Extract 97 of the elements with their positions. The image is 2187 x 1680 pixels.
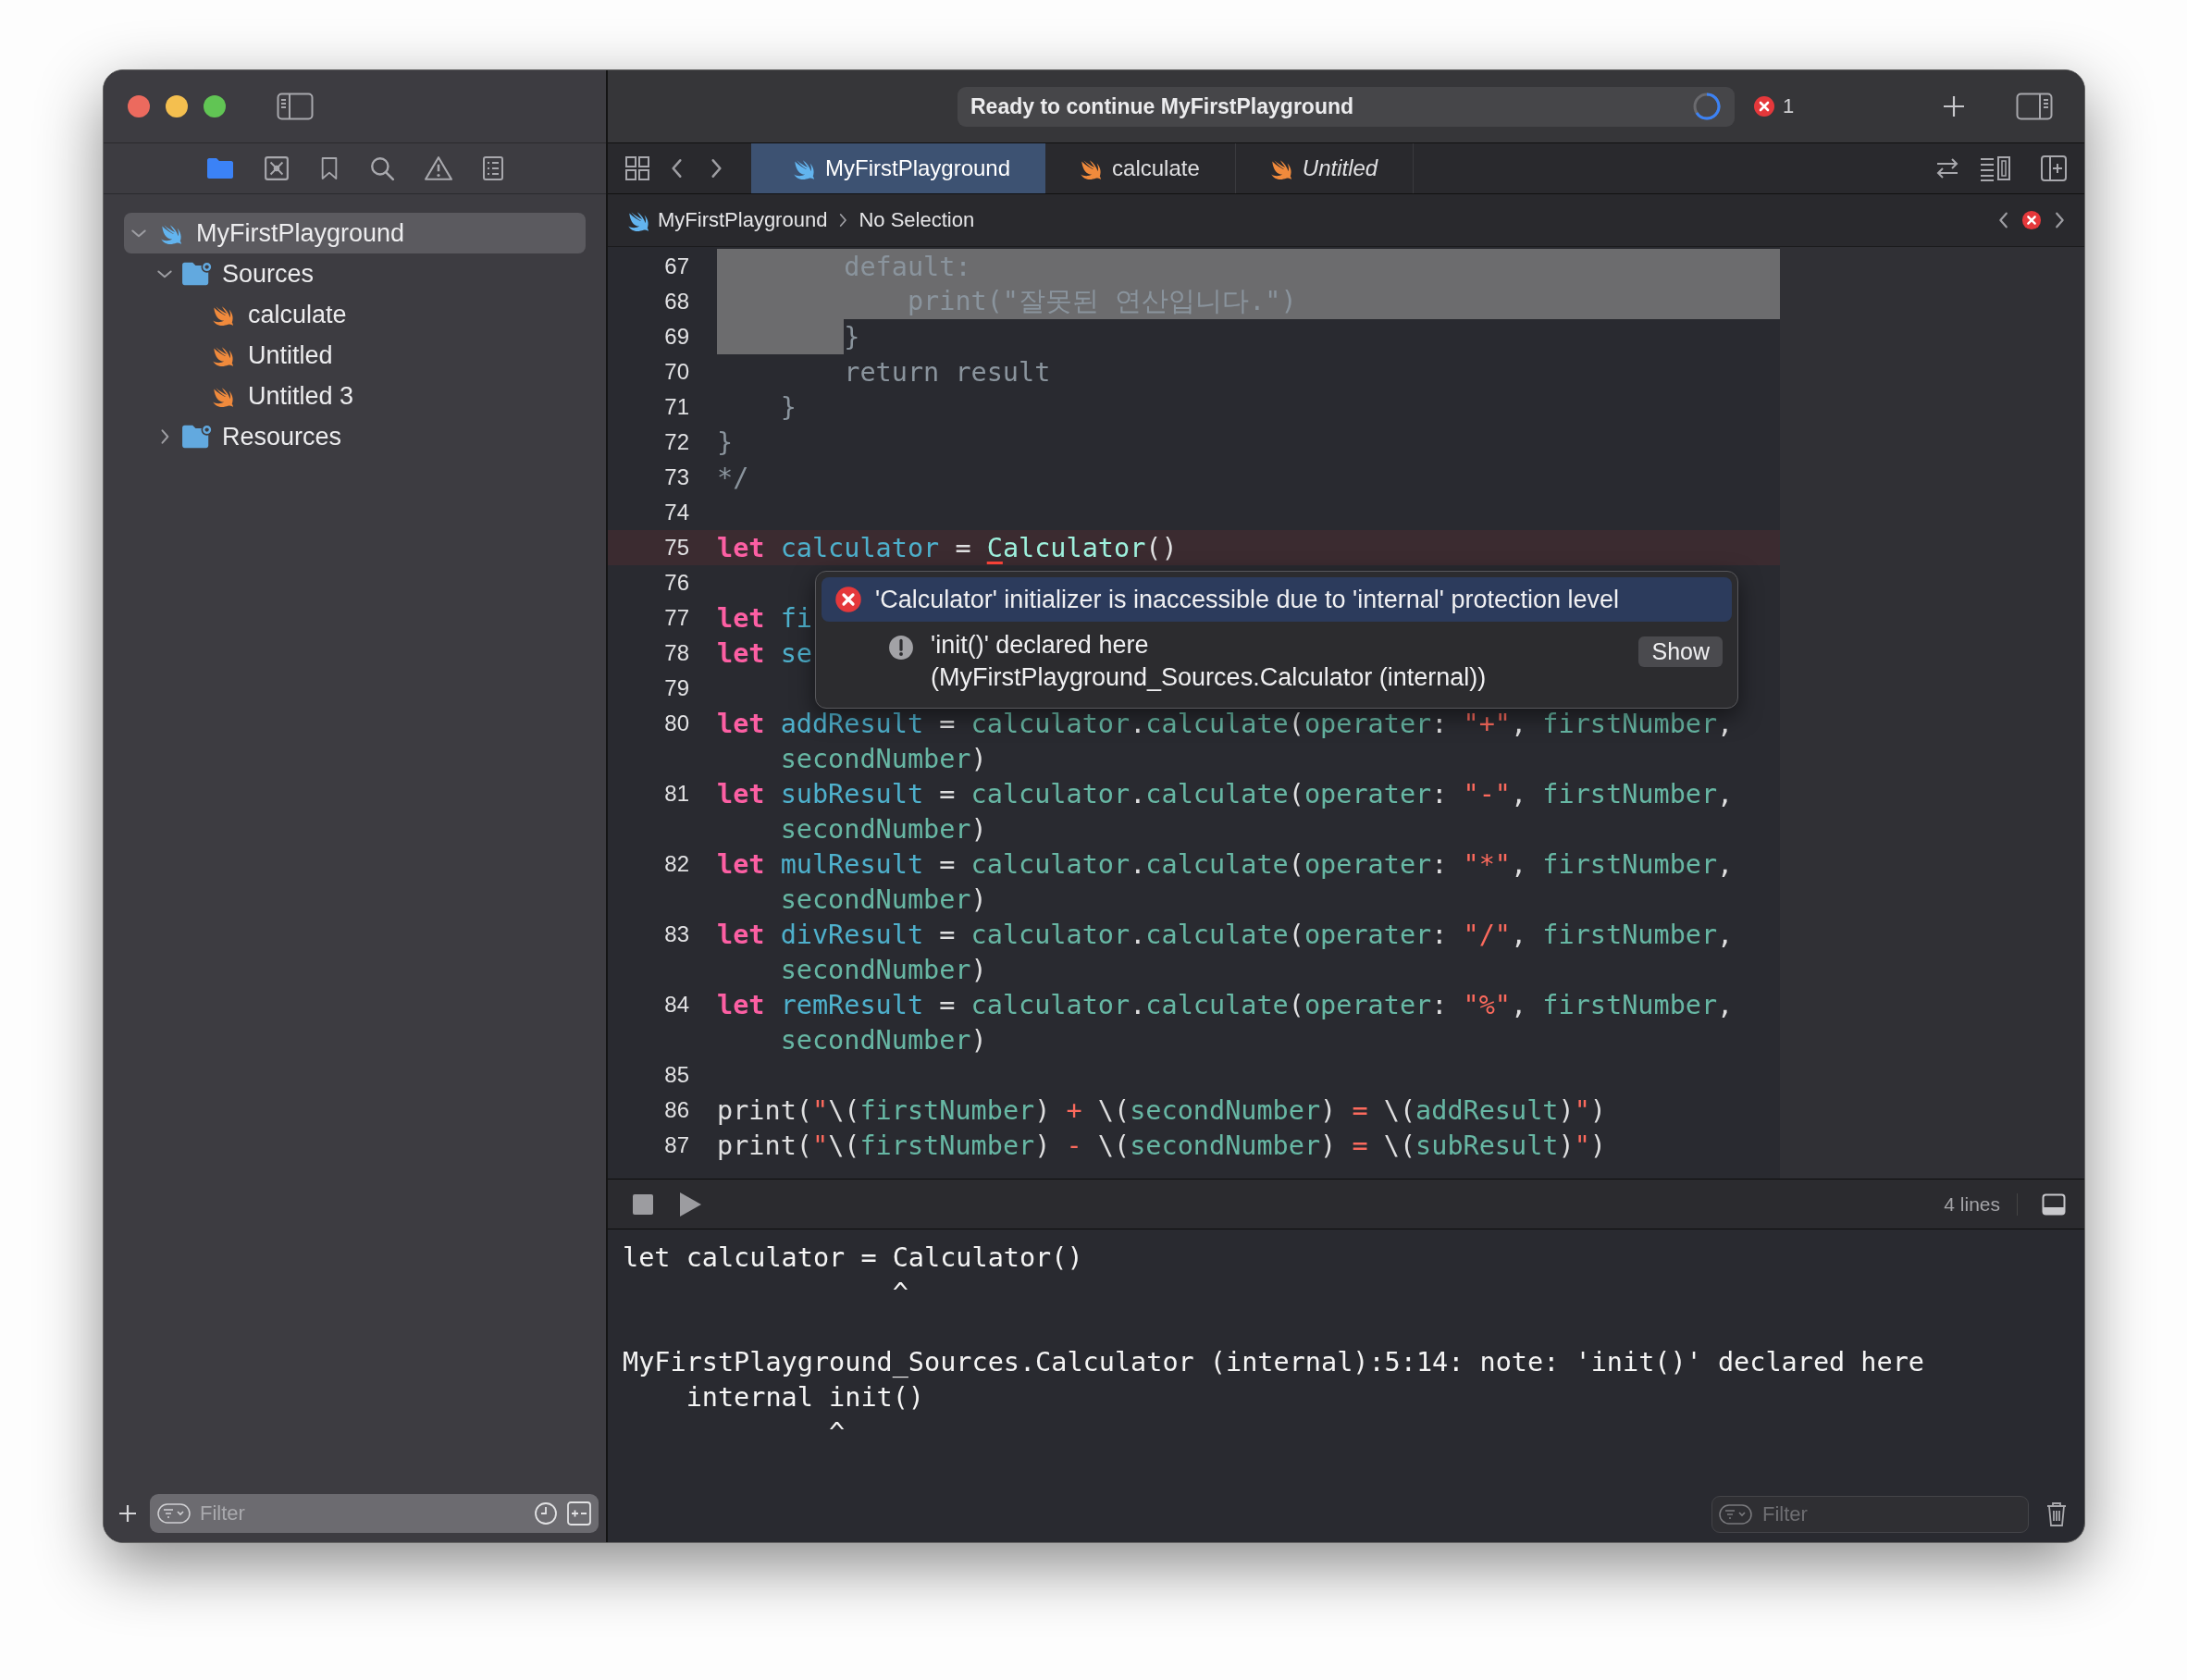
tree-item[interactable]: Resources xyxy=(124,416,586,457)
tree-item[interactable]: Untitled xyxy=(124,335,586,376)
play-icon[interactable] xyxy=(678,1191,702,1217)
code-line: let divResult = calculator.calculate(operater: "/", firstNumber, xyxy=(717,919,1734,950)
sidebar-toggle-icon[interactable] xyxy=(277,93,314,120)
breadcrumb-item[interactable]: No Selection xyxy=(859,208,975,232)
console-line: let calculator = Calculator() xyxy=(623,1242,1084,1275)
plus-icon[interactable] xyxy=(117,1502,139,1525)
code-line: } xyxy=(843,321,860,352)
line-number: 80 xyxy=(663,710,690,736)
code-line: return result xyxy=(843,356,1051,388)
console-line: ^ xyxy=(891,1278,909,1310)
line-number: 77 xyxy=(663,605,690,631)
filter-field[interactable]: Filter xyxy=(150,1494,599,1533)
code-line: secondNumber) xyxy=(779,883,987,915)
editor-layout-icon[interactable] xyxy=(1979,155,2012,181)
inspector-toggle-icon[interactable] xyxy=(2016,93,2053,120)
line-number: 83 xyxy=(663,921,690,947)
clock-icon[interactable] xyxy=(534,1501,558,1526)
error-badge[interactable]: 1 xyxy=(1753,94,1795,118)
code-line: let calculator = Calculator() xyxy=(717,532,1178,563)
code-line: */ xyxy=(717,462,749,493)
code-line: let mulResult = calculator.calculate(operater: "*", firstNumber, xyxy=(717,848,1734,880)
plus-icon[interactable] xyxy=(1942,94,1966,118)
console-line: ^ xyxy=(828,1417,846,1450)
editor-tab[interactable]: MyFirstPlayground xyxy=(751,143,1046,193)
folder-icon[interactable] xyxy=(205,157,234,179)
line-number: 70 xyxy=(663,359,690,385)
line-number: 72 xyxy=(663,429,690,455)
stop-icon[interactable] xyxy=(632,1192,654,1216)
code-line: secondNumber) xyxy=(779,1024,987,1056)
note-text: 'init()' declared here xyxy=(931,631,1150,660)
console-line: MyFirstPlayground_Sources.Calculator (internal):5:14: note: 'init()' declared here xyxy=(623,1347,1925,1379)
line-number: 81 xyxy=(663,781,690,807)
code-line: } xyxy=(717,426,734,458)
line-number: 71 xyxy=(663,394,690,420)
line-number: 73 xyxy=(663,464,690,490)
breadcrumb-item[interactable]: MyFirstPlayground xyxy=(658,208,828,232)
code-line: let se xyxy=(717,637,812,669)
code-line: let remResult = calculator.calculate(operater: "%", firstNumber, xyxy=(717,989,1734,1020)
close-button[interactable] xyxy=(128,95,150,117)
code-line: let subResult = calculator.calculate(operater: "-", firstNumber, xyxy=(717,778,1734,809)
line-number: 74 xyxy=(663,500,690,525)
console-filter-field[interactable]: Filter xyxy=(1711,1496,2029,1533)
spinner-icon xyxy=(1692,92,1722,121)
editor-tab[interactable]: Untitled xyxy=(1235,143,1415,193)
minimize-button[interactable] xyxy=(166,95,188,117)
folder-icon xyxy=(181,424,213,450)
line-number: 68 xyxy=(663,289,690,315)
tree-item[interactable]: MyFirstPlayground xyxy=(124,213,586,253)
code-line: let fi xyxy=(717,602,812,634)
line-number: 86 xyxy=(663,1097,690,1123)
line-number: 84 xyxy=(663,992,690,1018)
folder-icon xyxy=(181,261,213,287)
note-detail: (MyFirstPlayground_Sources.Calculator (internal)) xyxy=(931,663,1488,692)
error-icon xyxy=(2021,210,2042,230)
plus-minus-icon[interactable] xyxy=(567,1501,591,1526)
line-number: 87 xyxy=(663,1132,690,1158)
error-message: 'Calculator' initializer is inaccessible due to 'internal' protection level xyxy=(875,585,1619,614)
code-line: secondNumber) xyxy=(779,743,987,774)
line-number: 75 xyxy=(663,535,690,561)
status-text: Ready to continue MyFirstPlayground xyxy=(970,93,1354,119)
code-line: print("\(firstNumber) - \(secondNumber) = \(subResult)") xyxy=(717,1130,1607,1161)
x-square-icon[interactable] xyxy=(263,155,290,181)
info-icon xyxy=(888,635,914,661)
filter-icon[interactable] xyxy=(1719,1504,1752,1525)
show-button[interactable]: Show xyxy=(1638,636,1723,667)
code-line: let addResult = calculator.calculate(operater: "+", firstNumber, xyxy=(717,708,1734,739)
line-number: 69 xyxy=(663,324,690,350)
code-line: secondNumber) xyxy=(779,954,987,985)
line-number: 67 xyxy=(663,253,690,279)
line-number: 82 xyxy=(663,851,690,877)
code-line: } xyxy=(779,391,797,423)
tree-item[interactable]: Untitled 3 xyxy=(124,376,586,416)
warning-icon[interactable] xyxy=(424,155,452,181)
line-count: 4 lines xyxy=(1944,1192,2018,1216)
tree-item[interactable]: calculate xyxy=(124,294,586,335)
list-icon[interactable] xyxy=(481,155,504,181)
line-number: 78 xyxy=(663,640,690,666)
search-icon[interactable] xyxy=(368,155,395,181)
error-icon xyxy=(1753,95,1775,117)
error-icon xyxy=(834,586,862,613)
error-message-row[interactable]: 'Calculator' initializer is inaccessible due to 'internal' protection level xyxy=(822,577,1732,622)
line-number: 79 xyxy=(663,675,690,701)
trash-icon[interactable] xyxy=(2045,1501,2068,1527)
tree-item[interactable]: Sources xyxy=(124,253,586,294)
line-number: 76 xyxy=(663,570,690,596)
line-number: 85 xyxy=(663,1062,690,1088)
console-line: internal init() xyxy=(685,1382,925,1414)
grid-icon[interactable] xyxy=(624,155,650,181)
code-line: print("\(firstNumber) + \(secondNumber) = \(addResult)") xyxy=(717,1094,1607,1126)
swap-arrows-icon[interactable] xyxy=(1934,156,1960,180)
add-editor-icon[interactable] xyxy=(2040,154,2068,182)
code-line: secondNumber) xyxy=(779,813,987,845)
zoom-button[interactable] xyxy=(204,95,226,117)
panel-icon[interactable] xyxy=(2042,1192,2066,1216)
editor-tab[interactable]: calculate xyxy=(1045,143,1236,193)
